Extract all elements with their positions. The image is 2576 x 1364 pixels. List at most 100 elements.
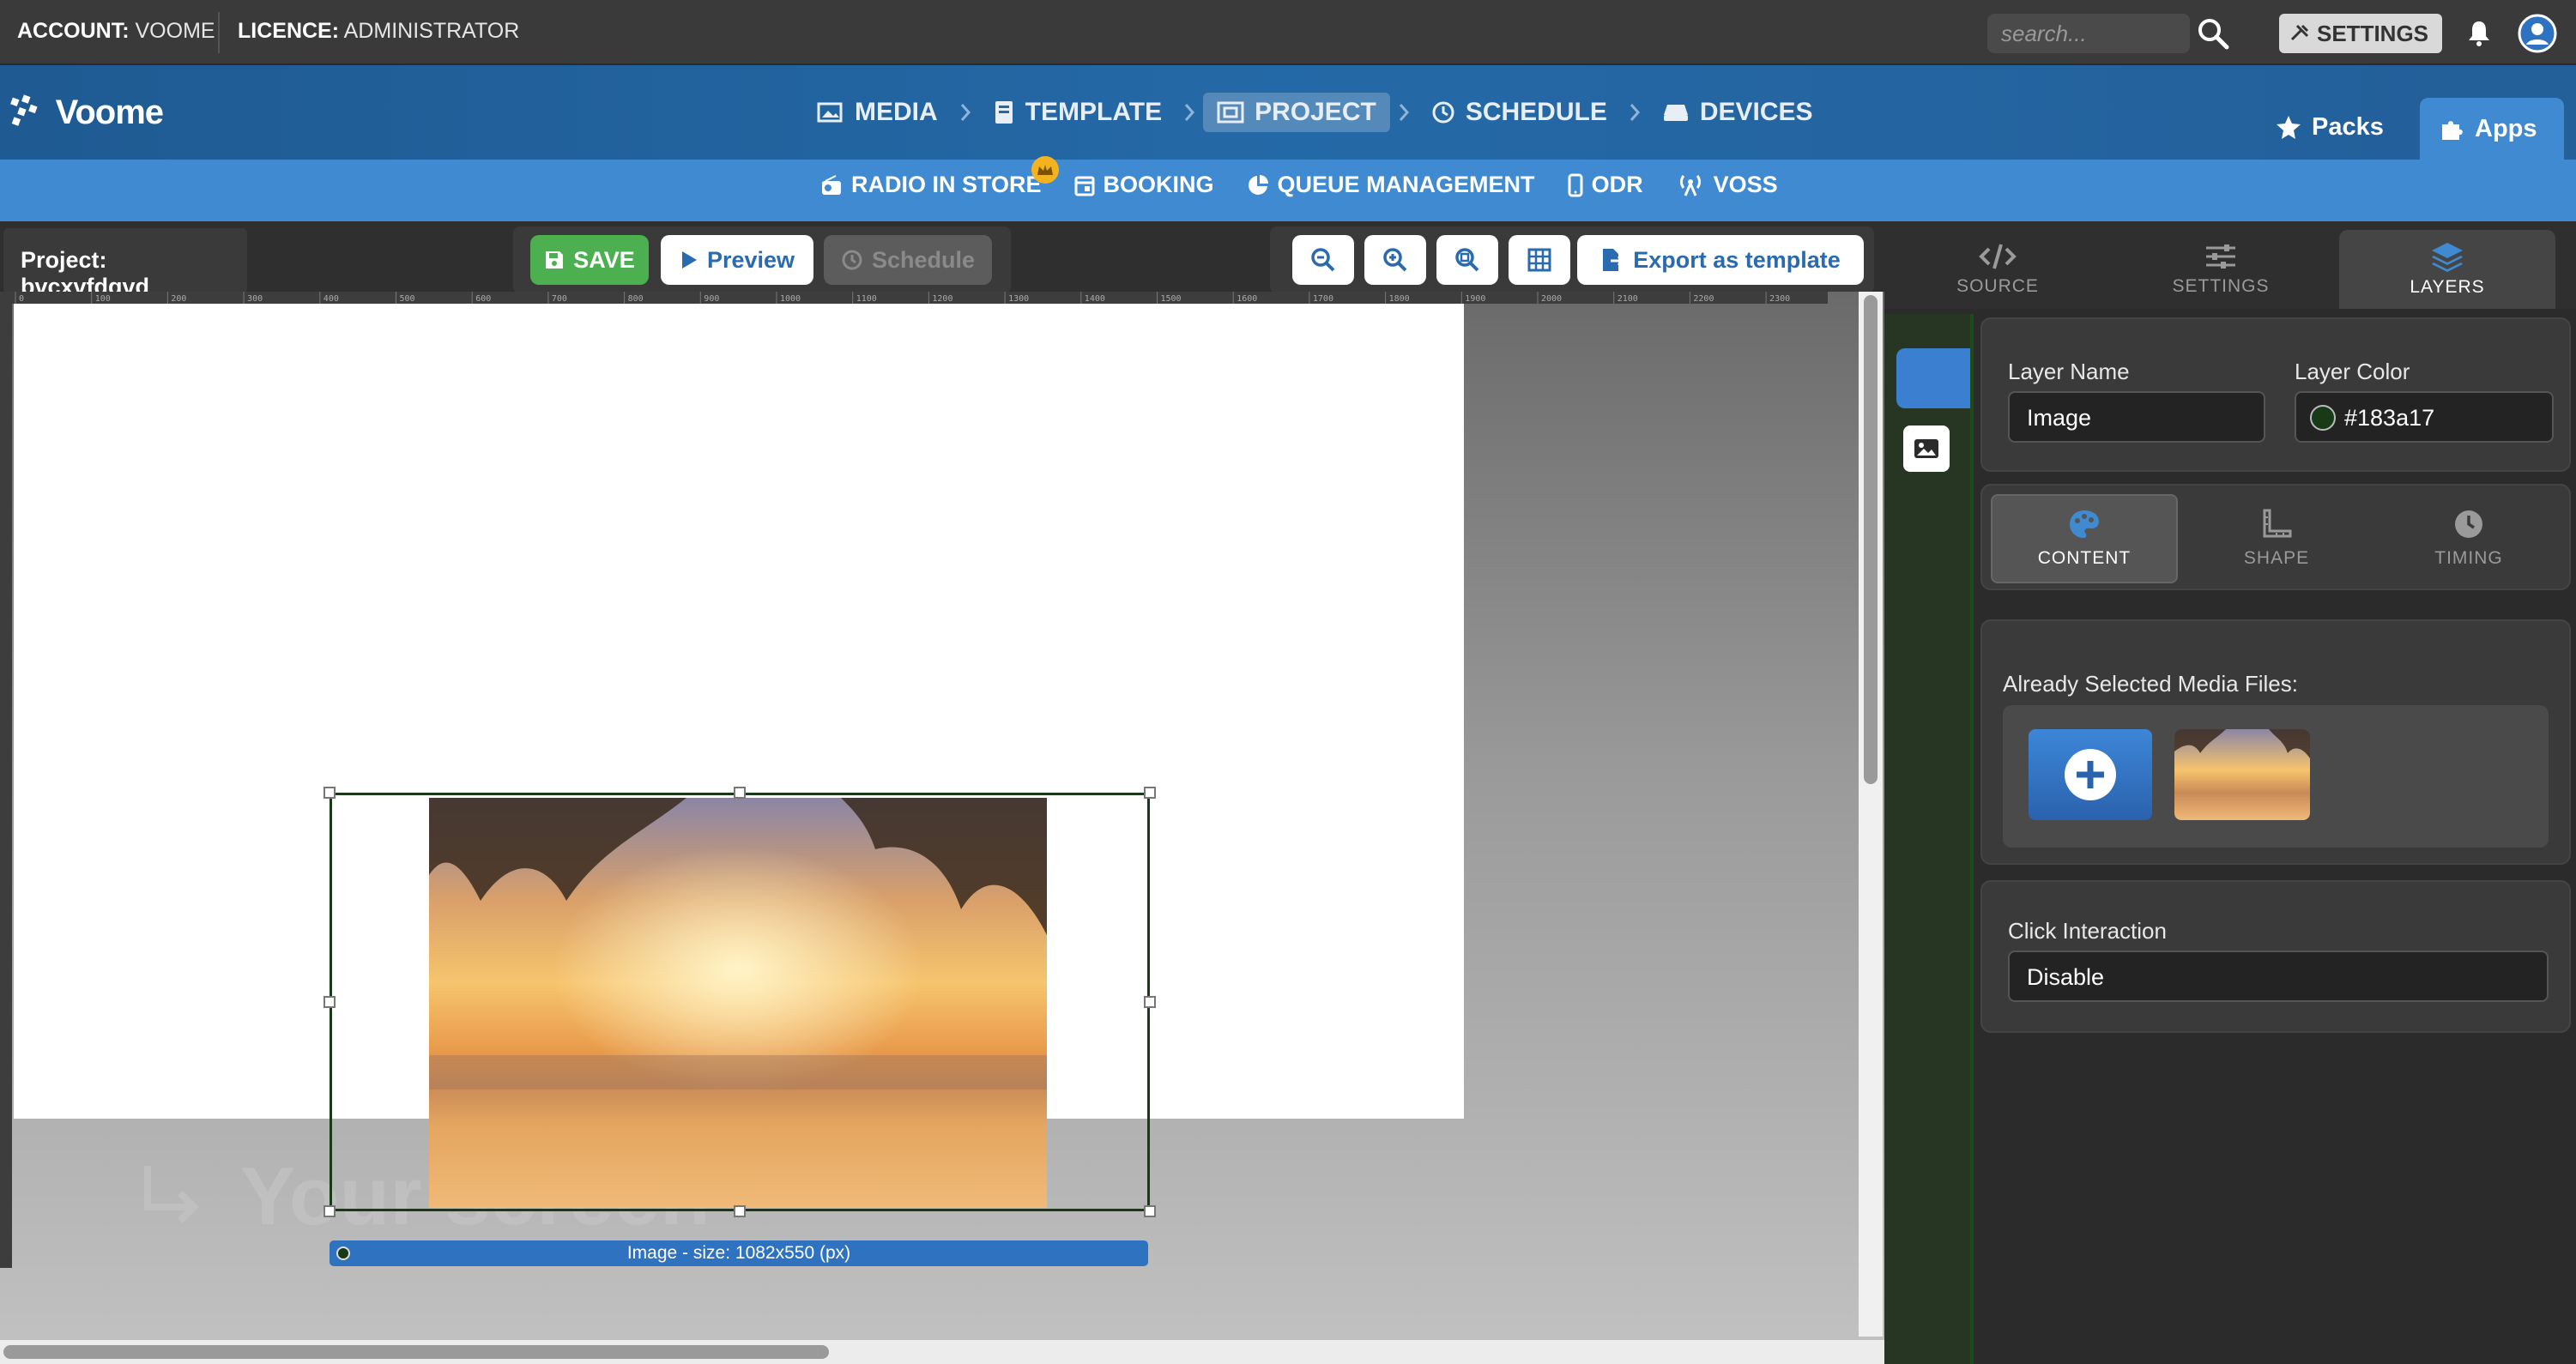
zoom-fit-button[interactable] xyxy=(1436,235,1498,285)
nav-media[interactable]: MEDIA xyxy=(803,93,952,132)
layer-chip-selected[interactable] xyxy=(1896,348,1970,408)
layer-name-field[interactable]: Image xyxy=(2008,391,2265,443)
zoom-out-icon xyxy=(1311,248,1335,272)
export-file-icon xyxy=(1603,249,1625,271)
resize-handle[interactable] xyxy=(324,996,336,1008)
main-nav: MEDIA TEMPLATE PROJECT SCHEDULE DEVICES xyxy=(803,89,1827,136)
panel-tabs: SOURCE SETTINGS LAYERS xyxy=(1884,221,2576,309)
app-radio-in-store[interactable]: RADIO IN STORE xyxy=(820,156,1059,198)
resize-handle[interactable] xyxy=(734,1205,746,1217)
scroll-thumb[interactable] xyxy=(3,1345,829,1359)
book-icon xyxy=(995,101,1013,124)
properties-panel: SOURCE SETTINGS LAYERS Layer Name Image … xyxy=(1884,221,2576,1364)
user-avatar-icon[interactable] xyxy=(2518,14,2557,53)
nav-devices[interactable]: DEVICES xyxy=(1648,93,1827,132)
puzzle-icon xyxy=(2442,121,2463,140)
app-queue-management[interactable]: QUEUE MANAGEMENT xyxy=(1247,172,1535,198)
clock-icon xyxy=(842,250,862,270)
click-interaction-label: Click Interaction xyxy=(2008,918,2167,944)
broadcast-icon xyxy=(1679,174,1701,196)
settings-button[interactable]: SETTINGS xyxy=(2279,14,2442,53)
ruler-tick-label: 400 xyxy=(324,294,339,304)
app-booking[interactable]: BOOKING xyxy=(1074,172,1214,198)
apps-bar: RADIO IN STORE BOOKING QUEUE MANAGEMENT … xyxy=(0,156,2576,221)
zoom-in-button[interactable] xyxy=(1364,235,1426,285)
layer-color-label: Layer Color xyxy=(2295,359,2410,384)
editor-toolbar: Project: bvcxvfdgvd SAVE Preview Schedul… xyxy=(0,221,1884,300)
account-bar: ACCOUNT: VOOME LICENCE: ADMINISTRATOR se… xyxy=(0,0,2576,65)
arrow-down-right-icon xyxy=(144,1166,199,1223)
main-header: Voome MEDIA TEMPLATE PROJECT SCHEDULE DE… xyxy=(0,65,2576,160)
image-icon xyxy=(817,102,843,123)
search-input[interactable]: search... xyxy=(1987,14,2190,53)
ruler-tick-label: 1800 xyxy=(1389,294,1410,304)
crown-icon xyxy=(1031,156,1059,184)
tab-shape[interactable]: SHAPE xyxy=(2183,494,2370,583)
ruler-icon xyxy=(2263,509,2292,538)
add-media-button[interactable] xyxy=(2029,729,2152,820)
export-template-button[interactable]: Export as template xyxy=(1577,235,1864,285)
preview-button[interactable]: Preview xyxy=(661,235,813,285)
horizontal-scrollbar[interactable] xyxy=(0,1340,1884,1364)
star-icon xyxy=(2277,116,2301,139)
voome-logo[interactable]: Voome xyxy=(9,87,164,138)
licence-info: LICENCE: ADMINISTRATOR xyxy=(238,19,520,43)
media-thumbnail[interactable] xyxy=(2174,729,2310,820)
resize-handle[interactable] xyxy=(1144,787,1156,799)
app-odr[interactable]: ODR xyxy=(1568,172,1643,198)
layer-color-dot xyxy=(336,1246,350,1260)
project-icon xyxy=(1217,101,1244,124)
apps-list: RADIO IN STORE BOOKING QUEUE MANAGEMENT … xyxy=(820,156,1778,198)
ruler-tick-label: 500 xyxy=(400,294,415,304)
tab-packs[interactable]: Packs xyxy=(2257,100,2403,154)
action-group: SAVE Preview Schedule xyxy=(513,226,1011,293)
layer-chip-image[interactable] xyxy=(1903,425,1950,472)
layer-details-card: Layer Name Image Layer Color #183a17 xyxy=(1980,317,2571,472)
floppy-icon xyxy=(546,251,564,269)
resize-handle[interactable] xyxy=(324,1205,336,1217)
layer-color-field[interactable]: #183a17 xyxy=(2295,391,2554,443)
zoom-out-button[interactable] xyxy=(1292,235,1354,285)
nav-schedule[interactable]: SCHEDULE xyxy=(1418,93,1621,132)
schedule-button[interactable]: Schedule xyxy=(824,235,992,285)
tab-content[interactable]: CONTENT xyxy=(1991,494,2178,583)
ruler-tick-label: 1500 xyxy=(1161,294,1182,304)
sliders-icon xyxy=(2206,244,2235,269)
palette-icon xyxy=(2070,510,2099,538)
click-interaction-select[interactable]: Disable xyxy=(2008,951,2549,1002)
canvas-area[interactable]: 0 100 200 300 400 500 600 700 800 900 1000 1100 1200… xyxy=(0,292,1884,1364)
ruler-tick-label: 800 xyxy=(628,294,644,304)
resize-handle[interactable] xyxy=(734,787,746,799)
nav-project[interactable]: PROJECT xyxy=(1203,93,1390,132)
bell-icon[interactable] xyxy=(2466,19,2492,46)
plus-circle-icon xyxy=(2065,749,2116,800)
nav-template[interactable]: TEMPLATE xyxy=(979,93,1176,132)
resize-handle[interactable] xyxy=(1144,996,1156,1008)
ruler-tick-label: 100 xyxy=(95,294,111,304)
tab-layers[interactable]: LAYERS xyxy=(2339,230,2555,309)
project-name: Project: bvcxvfdgvd xyxy=(3,228,247,299)
zoom-in-icon xyxy=(1383,248,1407,272)
grid-toggle-button[interactable] xyxy=(1509,235,1570,285)
layer-list xyxy=(1884,314,1974,1364)
beach-sunset-image[interactable] xyxy=(429,798,1047,1208)
search-icon[interactable] xyxy=(2197,17,2229,50)
device-icon xyxy=(1663,105,1688,121)
image-icon xyxy=(1914,439,1938,458)
tools-icon xyxy=(2290,24,2309,41)
tab-source[interactable]: SOURCE xyxy=(1890,230,2106,309)
scroll-thumb[interactable] xyxy=(1864,295,1878,784)
vertical-scrollbar[interactable] xyxy=(1859,292,1883,1337)
color-swatch[interactable] xyxy=(2310,405,2336,431)
tab-apps[interactable]: Apps xyxy=(2420,98,2564,160)
chevron-right-icon xyxy=(1184,104,1195,121)
tab-settings[interactable]: SETTINGS xyxy=(2113,230,2329,309)
tab-timing[interactable]: TIMING xyxy=(2375,494,2562,583)
app-voss[interactable]: VOSS xyxy=(1676,172,1778,198)
zoom-fit-icon xyxy=(1455,248,1479,272)
resize-handle[interactable] xyxy=(324,787,336,799)
play-icon xyxy=(681,251,697,269)
resize-handle[interactable] xyxy=(1144,1205,1156,1217)
save-button[interactable]: SAVE xyxy=(530,235,649,285)
ruler-tick-label: 2000 xyxy=(1541,294,1562,304)
